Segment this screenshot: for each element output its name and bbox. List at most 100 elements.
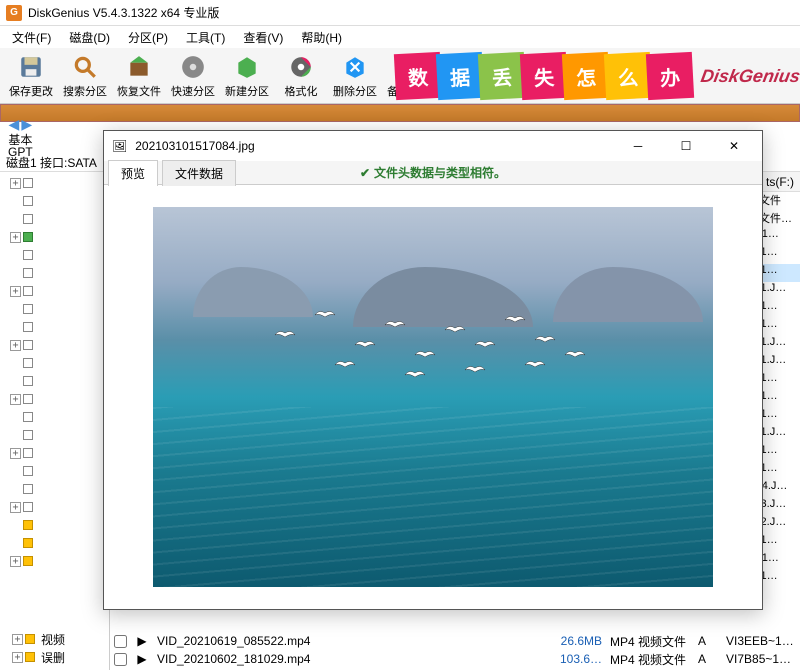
- tree-folder[interactable]: +误删: [4, 648, 108, 666]
- tab-file-data[interactable]: 文件数据: [162, 160, 236, 186]
- tree-node[interactable]: [2, 246, 107, 264]
- tree-node[interactable]: [2, 426, 107, 444]
- tree-node[interactable]: +: [2, 444, 107, 462]
- preview-status: ✔ 文件头数据与类型相符。: [360, 164, 506, 181]
- tree-panel[interactable]: + + + + + + + +: [0, 172, 110, 670]
- file-name: VID_20210602_181029.mp4: [157, 652, 546, 666]
- preview-image: [153, 207, 713, 587]
- tree-node[interactable]: [2, 192, 107, 210]
- window-title: DiskGenius V5.4.3.1322 x64 专业版: [28, 4, 219, 21]
- tree-folder[interactable]: +视频: [4, 630, 108, 648]
- tool-format[interactable]: 格式化: [274, 50, 328, 102]
- menu-4[interactable]: 查看(V): [235, 27, 291, 48]
- tree-node[interactable]: +: [2, 336, 107, 354]
- file-altname: VI3EEB~1…: [726, 634, 796, 648]
- menu-0[interactable]: 文件(F): [4, 27, 59, 48]
- brand-logo: DiskGenius: [699, 66, 800, 87]
- tree-node[interactable]: +: [2, 390, 107, 408]
- tool-delete[interactable]: 删除分区: [328, 50, 382, 102]
- tree-node[interactable]: [2, 300, 107, 318]
- save-icon: [17, 53, 45, 81]
- format-icon: [287, 53, 315, 81]
- tree-node[interactable]: [2, 408, 107, 426]
- check-icon: ✔: [360, 166, 370, 180]
- file-row[interactable]: ▶VID_20210619_085522.mp426.6MBMP4 视频文件AV…: [110, 632, 800, 650]
- maximize-button[interactable]: ☐: [666, 132, 706, 160]
- promo-banner[interactable]: 数据丢失怎么办 DiskGenius: [399, 48, 800, 104]
- banner-char-5: 么: [604, 52, 652, 100]
- banner-char-2: 丢: [478, 52, 526, 100]
- tree-node[interactable]: +: [2, 552, 107, 570]
- preview-body: [104, 185, 762, 609]
- tree-node[interactable]: [2, 264, 107, 282]
- tool-save[interactable]: 保存更改: [4, 50, 58, 102]
- preview-title-bar[interactable]: 🖼 202103101517084.jpg ─ ☐ ✕: [104, 131, 762, 161]
- file-type: MP4 视频文件: [610, 633, 690, 650]
- file-row[interactable]: ▶VID_20210602_181029.mp4103.6…MP4 视频文件AV…: [110, 650, 800, 668]
- file-type: MP4 视频文件: [610, 651, 690, 668]
- new-icon: [233, 53, 261, 81]
- status-text: 文件头数据与类型相符。: [374, 164, 506, 181]
- disk-map-strip[interactable]: [0, 104, 800, 122]
- file-checkbox[interactable]: [114, 653, 127, 666]
- menu-3[interactable]: 工具(T): [178, 27, 233, 48]
- bird-icon: [563, 347, 587, 361]
- file-attr: A: [698, 634, 718, 648]
- tool-new[interactable]: 新建分区: [220, 50, 274, 102]
- menu-1[interactable]: 磁盘(D): [61, 27, 118, 48]
- recover-icon: [125, 53, 153, 81]
- tree-node[interactable]: [2, 354, 107, 372]
- file-size: 103.6…: [554, 652, 602, 666]
- tree-node[interactable]: [2, 462, 107, 480]
- file-checkbox[interactable]: [114, 635, 127, 648]
- bird-icon: [353, 337, 377, 351]
- preview-tabs: 预览 文件数据 ✔ 文件头数据与类型相符。: [104, 161, 762, 185]
- tree-node[interactable]: [2, 372, 107, 390]
- file-list[interactable]: ▶VID_20210619_085522.mp426.6MBMP4 视频文件AV…: [110, 630, 800, 670]
- banner-char-4: 怎: [562, 52, 610, 100]
- tool-recover[interactable]: 恢复文件: [112, 50, 166, 102]
- search-icon: [71, 53, 99, 81]
- delete-icon: [341, 53, 369, 81]
- tree-node[interactable]: +: [2, 174, 107, 192]
- tree-bottom[interactable]: +视频+误删: [4, 630, 108, 666]
- video-file-icon: ▶: [135, 634, 149, 648]
- forward-arrow-icon[interactable]: ▶: [21, 116, 32, 133]
- menu-bar: 文件(F)磁盘(D)分区(P)工具(T)查看(V)帮助(H): [0, 26, 800, 48]
- menu-2[interactable]: 分区(P): [120, 27, 176, 48]
- bird-icon: [413, 347, 437, 361]
- bird-icon: [443, 322, 467, 336]
- tool-quick[interactable]: 快速分区: [166, 50, 220, 102]
- video-file-icon: ▶: [135, 652, 149, 666]
- bird-icon: [403, 367, 427, 381]
- bird-icon: [473, 337, 497, 351]
- tree-node[interactable]: [2, 516, 107, 534]
- menu-5[interactable]: 帮助(H): [293, 27, 350, 48]
- bird-icon: [463, 362, 487, 376]
- nav-arrows[interactable]: ◀ ▶: [9, 116, 33, 133]
- file-name: VID_20210619_085522.mp4: [157, 634, 546, 648]
- back-arrow-icon[interactable]: ◀: [9, 116, 20, 133]
- tool-search[interactable]: 搜索分区: [58, 50, 112, 102]
- tab-preview[interactable]: 预览: [108, 160, 158, 186]
- banner-char-3: 失: [520, 52, 568, 100]
- banner-char-6: 办: [646, 52, 694, 100]
- tree-node[interactable]: [2, 318, 107, 336]
- close-button[interactable]: ✕: [714, 132, 754, 160]
- bird-icon: [503, 312, 527, 326]
- preview-filename: 202103101517084.jpg: [135, 139, 610, 153]
- bird-icon: [313, 307, 337, 321]
- tree-node[interactable]: [2, 210, 107, 228]
- tree-node[interactable]: +: [2, 498, 107, 516]
- tree-node[interactable]: +: [2, 228, 107, 246]
- title-bar: G DiskGenius V5.4.3.1322 x64 专业版: [0, 0, 800, 26]
- tree-node[interactable]: [2, 534, 107, 552]
- tree-node[interactable]: +: [2, 282, 107, 300]
- bird-icon: [273, 327, 297, 341]
- minimize-button[interactable]: ─: [618, 132, 658, 160]
- app-icon: G: [6, 5, 22, 21]
- tree-node[interactable]: [2, 480, 107, 498]
- banner-char-0: 数: [394, 52, 442, 100]
- file-altname: VI7B85~1…: [726, 652, 796, 666]
- bird-icon: [523, 357, 547, 371]
